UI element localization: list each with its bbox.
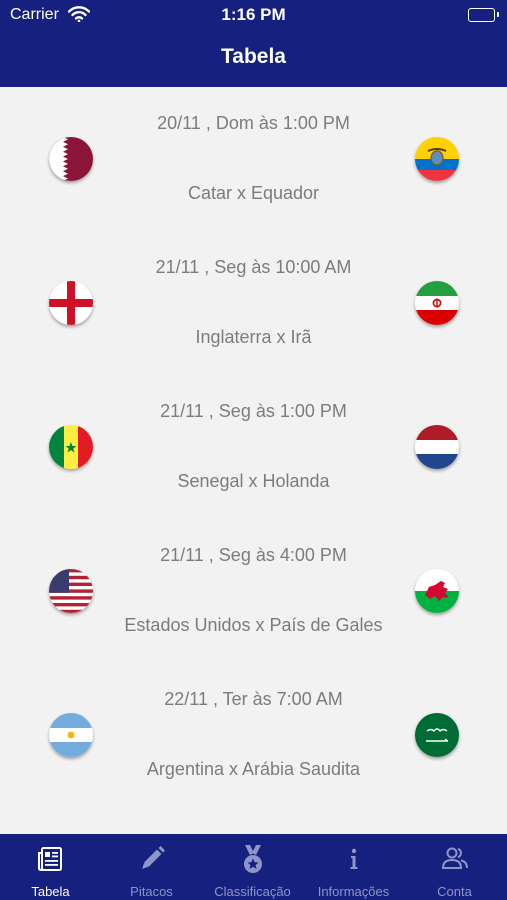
match-date: 21/11 , Seg às 4:00 PM — [160, 545, 347, 565]
pencil-icon — [136, 843, 168, 875]
tab-classificacao[interactable]: Classificação — [202, 834, 303, 900]
match-date: 22/11 , Ter às 7:00 AM — [164, 689, 343, 709]
match-date: 20/11 , Dom às 1:00 PM — [157, 113, 350, 133]
status-bar: Carrier 1:16 PM — [0, 0, 507, 32]
tab-informacoes[interactable]: Informações — [303, 834, 404, 900]
usa-flag-icon — [49, 569, 93, 613]
match-row[interactable]: 20/11 , Dom às 1:00 PM Catar x Equador — [0, 87, 507, 231]
tab-label: Tabela — [31, 884, 70, 899]
tab-label: Pitacos — [130, 884, 173, 899]
match-teams: Senegal x Holanda — [177, 471, 330, 491]
match-teams: Estados Unidos x País de Gales — [124, 615, 383, 635]
newspaper-icon — [35, 843, 67, 875]
battery-icon — [468, 8, 499, 22]
tab-label: Classificação — [214, 884, 291, 899]
ecuador-flag-icon — [415, 137, 459, 181]
match-row[interactable]: 21/11 , Seg às 4:00 PM Estados Unidos x — [0, 519, 507, 663]
tab-conta[interactable]: Conta — [404, 834, 505, 900]
people-icon — [439, 843, 471, 875]
wales-flag-icon — [415, 569, 459, 613]
tab-pitacos[interactable]: Pitacos — [101, 834, 202, 900]
iran-flag-icon — [415, 281, 459, 325]
tab-label: Informações — [317, 884, 390, 899]
qatar-flag-icon — [49, 137, 93, 181]
england-flag-icon — [49, 281, 93, 325]
match-teams: Inglaterra x Irã — [195, 327, 312, 347]
argentina-flag-icon — [49, 713, 93, 757]
navigation-header: Carrier 1:16 PM Tabela — [0, 0, 507, 87]
tab-tabela[interactable]: Tabela — [0, 834, 101, 900]
match-row[interactable]: 21/11 , Seg às 10:00 AM Inglaterra x Irã — [0, 231, 507, 375]
tab-bar: Tabela Pitacos Classificação Informações… — [0, 834, 507, 900]
match-date: 21/11 , Seg às 10:00 AM — [155, 257, 352, 277]
netherlands-flag-icon — [415, 425, 459, 469]
info-icon — [338, 843, 370, 875]
medal-icon — [237, 843, 269, 875]
match-row[interactable]: 21/11 , Seg às 1:00 PM Senegal x Holanda — [0, 375, 507, 519]
match-teams: Catar x Equador — [187, 183, 320, 203]
match-date: 21/11 , Seg às 1:00 PM — [160, 401, 347, 421]
tab-label: Conta — [437, 884, 472, 899]
match-teams: Argentina x Arábia Saudita — [146, 759, 361, 779]
match-row[interactable]: 22/11 , Ter às 7:00 AM Argentina x Arábi… — [0, 663, 507, 807]
clock-label: 1:16 PM — [221, 5, 286, 24]
matches-list[interactable]: 20/11 , Dom às 1:00 PM Catar x Equador 2… — [0, 87, 507, 834]
senegal-flag-icon — [49, 425, 93, 469]
saudi-arabia-flag-icon — [415, 713, 459, 757]
page-title: Tabela — [221, 45, 286, 68]
